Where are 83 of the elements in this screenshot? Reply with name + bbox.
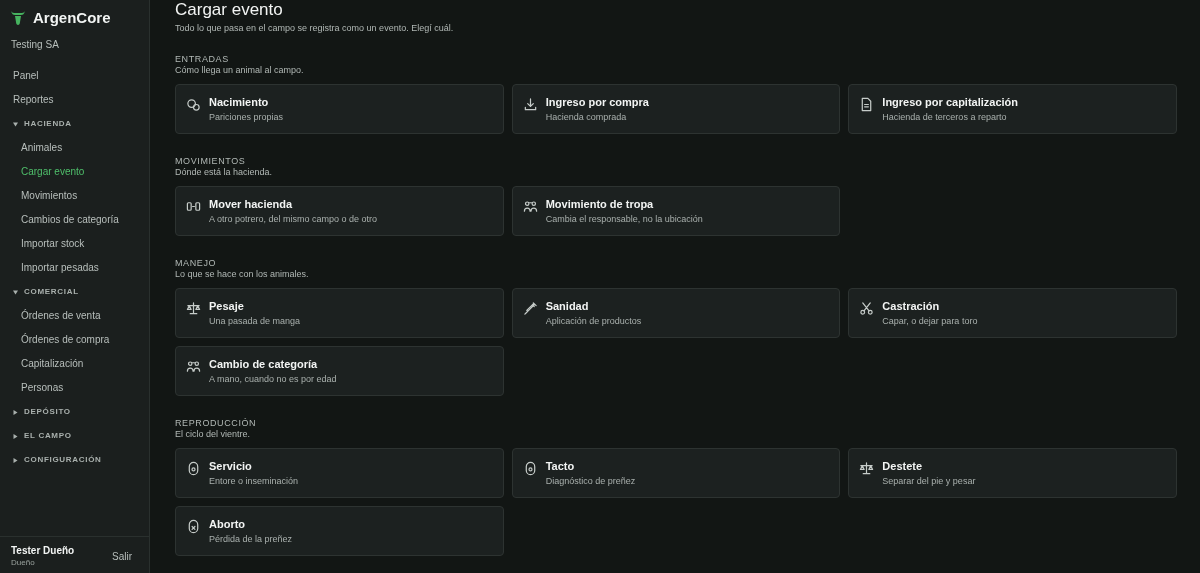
event-card[interactable]: Aborto Pérdida de la preñez	[175, 506, 504, 556]
bubbles-icon	[186, 97, 201, 112]
nav-group[interactable]: CONFIGURACIÓN	[0, 448, 149, 472]
card-description: Una pasada de manga	[209, 316, 301, 326]
brand-name: ArgenCore	[33, 9, 111, 26]
user-name: Tester Dueño	[11, 545, 75, 556]
event-card[interactable]: Mover hacienda A otro potrero, del mismo campo o de otro	[175, 186, 504, 236]
nav-group[interactable]: DEPÓSITO	[0, 400, 149, 424]
card-title: Mover hacienda	[209, 198, 294, 210]
section-title: MOVIMIENTOS	[175, 155, 247, 167]
card-description: Hacienda de terceros a reparto	[882, 112, 1008, 122]
scale-icon	[186, 301, 201, 316]
section-title: REPRODUCCIÓN	[175, 417, 258, 429]
card-title: Sanidad	[545, 300, 590, 312]
event-card[interactable]: Ingreso por compra Hacienda comprada	[511, 84, 841, 134]
nav-link[interactable]: Importar stock	[0, 232, 149, 256]
nav-link[interactable]: Importar pesadas	[0, 256, 149, 280]
bull-head-icon	[11, 9, 25, 26]
card-description: Aplicación de productos	[545, 316, 642, 326]
user-role: Dueño	[11, 558, 36, 567]
section-description: El ciclo del vientre.	[175, 429, 252, 440]
card-title: Ingreso por capitalización	[882, 96, 1019, 108]
nav-link[interactable]: Cambios de categoría	[0, 208, 149, 232]
card-description: Entore o inseminación	[209, 476, 299, 486]
card-title: Servicio	[209, 460, 253, 472]
section-description: Lo que se hace con los animales.	[175, 269, 310, 280]
nav-link[interactable]: Personas	[0, 376, 149, 400]
card-description: Pérdida de la preñez	[209, 534, 293, 544]
nav-link[interactable]: Reportes	[0, 88, 149, 112]
section-title: MANEJO	[175, 257, 218, 269]
page-title: Cargar evento	[175, 0, 284, 20]
logout-link[interactable]: Salir	[112, 550, 132, 562]
card-description: Pariciones propias	[209, 112, 284, 122]
card-title: Tacto	[545, 460, 576, 472]
event-card[interactable]: Cambio de categoría A mano, cuando no es por edad	[175, 346, 504, 396]
capsule-icon	[186, 461, 201, 476]
event-card[interactable]: Castración Capar, o dejar para toro	[848, 288, 1177, 338]
syringe-icon	[522, 301, 538, 316]
nav-group[interactable]: EL CAMPO	[0, 424, 149, 448]
event-card[interactable]: Servicio Entore o inseminación	[175, 448, 504, 498]
card-title: Nacimiento	[209, 96, 270, 108]
page-subtitle: Todo lo que pasa en el campo se registra como un evento. Elegí cuál.	[175, 23, 455, 33]
columns-icon	[186, 199, 201, 214]
event-card[interactable]: Pesaje Una pasada de manga	[175, 288, 504, 338]
card-description: A mano, cuando no es por edad	[209, 374, 337, 384]
card-title: Movimiento de tropa	[545, 198, 655, 210]
nav-link[interactable]: Capitalización	[0, 352, 149, 376]
nav-group[interactable]: COMERCIAL	[0, 280, 149, 304]
card-description: A otro potrero, del mismo campo o de otro	[209, 214, 378, 224]
section-description: Dónde está la hacienda.	[175, 167, 274, 178]
event-card[interactable]: Destete Separar del pie y pesar	[848, 448, 1177, 498]
nav-link[interactable]: Órdenes de compra	[0, 328, 149, 352]
scissors-icon	[859, 301, 875, 316]
nav-group[interactable]: HACIENDA	[0, 112, 149, 136]
card-title: Ingreso por compra	[545, 96, 649, 108]
card-description: Diagnóstico de preñez	[545, 476, 636, 486]
card-description: Separar del pie y pesar	[882, 476, 976, 486]
download-icon	[522, 97, 538, 112]
section-title: ENTRADAS	[175, 53, 230, 65]
nav-link[interactable]: Movimientos	[0, 184, 149, 208]
card-title: Destete	[882, 460, 924, 472]
card-description: Cambia el responsable, no la ubicación	[545, 214, 703, 224]
nav-link[interactable]: Cargar evento	[0, 160, 149, 184]
nav-link[interactable]: Órdenes de venta	[0, 304, 149, 328]
card-title: Castración	[882, 300, 941, 312]
event-card[interactable]: Movimiento de tropa Cambia el responsable, no la ubicación	[511, 186, 841, 236]
users-icon	[522, 199, 538, 214]
event-card[interactable]: Nacimiento Pariciones propias	[175, 84, 504, 134]
capsule-x-icon	[186, 519, 201, 534]
nav-link[interactable]: Panel	[0, 64, 149, 88]
card-description: Capar, o dejar para toro	[882, 316, 978, 326]
event-card[interactable]: Ingreso por capitalización Hacienda de terceros a reparto	[848, 84, 1177, 134]
scale-icon	[859, 461, 875, 476]
event-card[interactable]: Sanidad Aplicación de productos	[511, 288, 841, 338]
users-icon	[186, 359, 201, 374]
card-title: Pesaje	[209, 300, 245, 312]
nav-link[interactable]: Animales	[0, 136, 149, 160]
card-title: Aborto	[209, 518, 247, 530]
event-card[interactable]: Tacto Diagnóstico de preñez	[511, 448, 841, 498]
card-title: Cambio de categoría	[209, 358, 319, 370]
section-description: Cómo llega un animal al campo.	[175, 65, 305, 76]
organization-name: Testing SA	[10, 38, 60, 50]
card-description: Hacienda comprada	[545, 112, 628, 122]
